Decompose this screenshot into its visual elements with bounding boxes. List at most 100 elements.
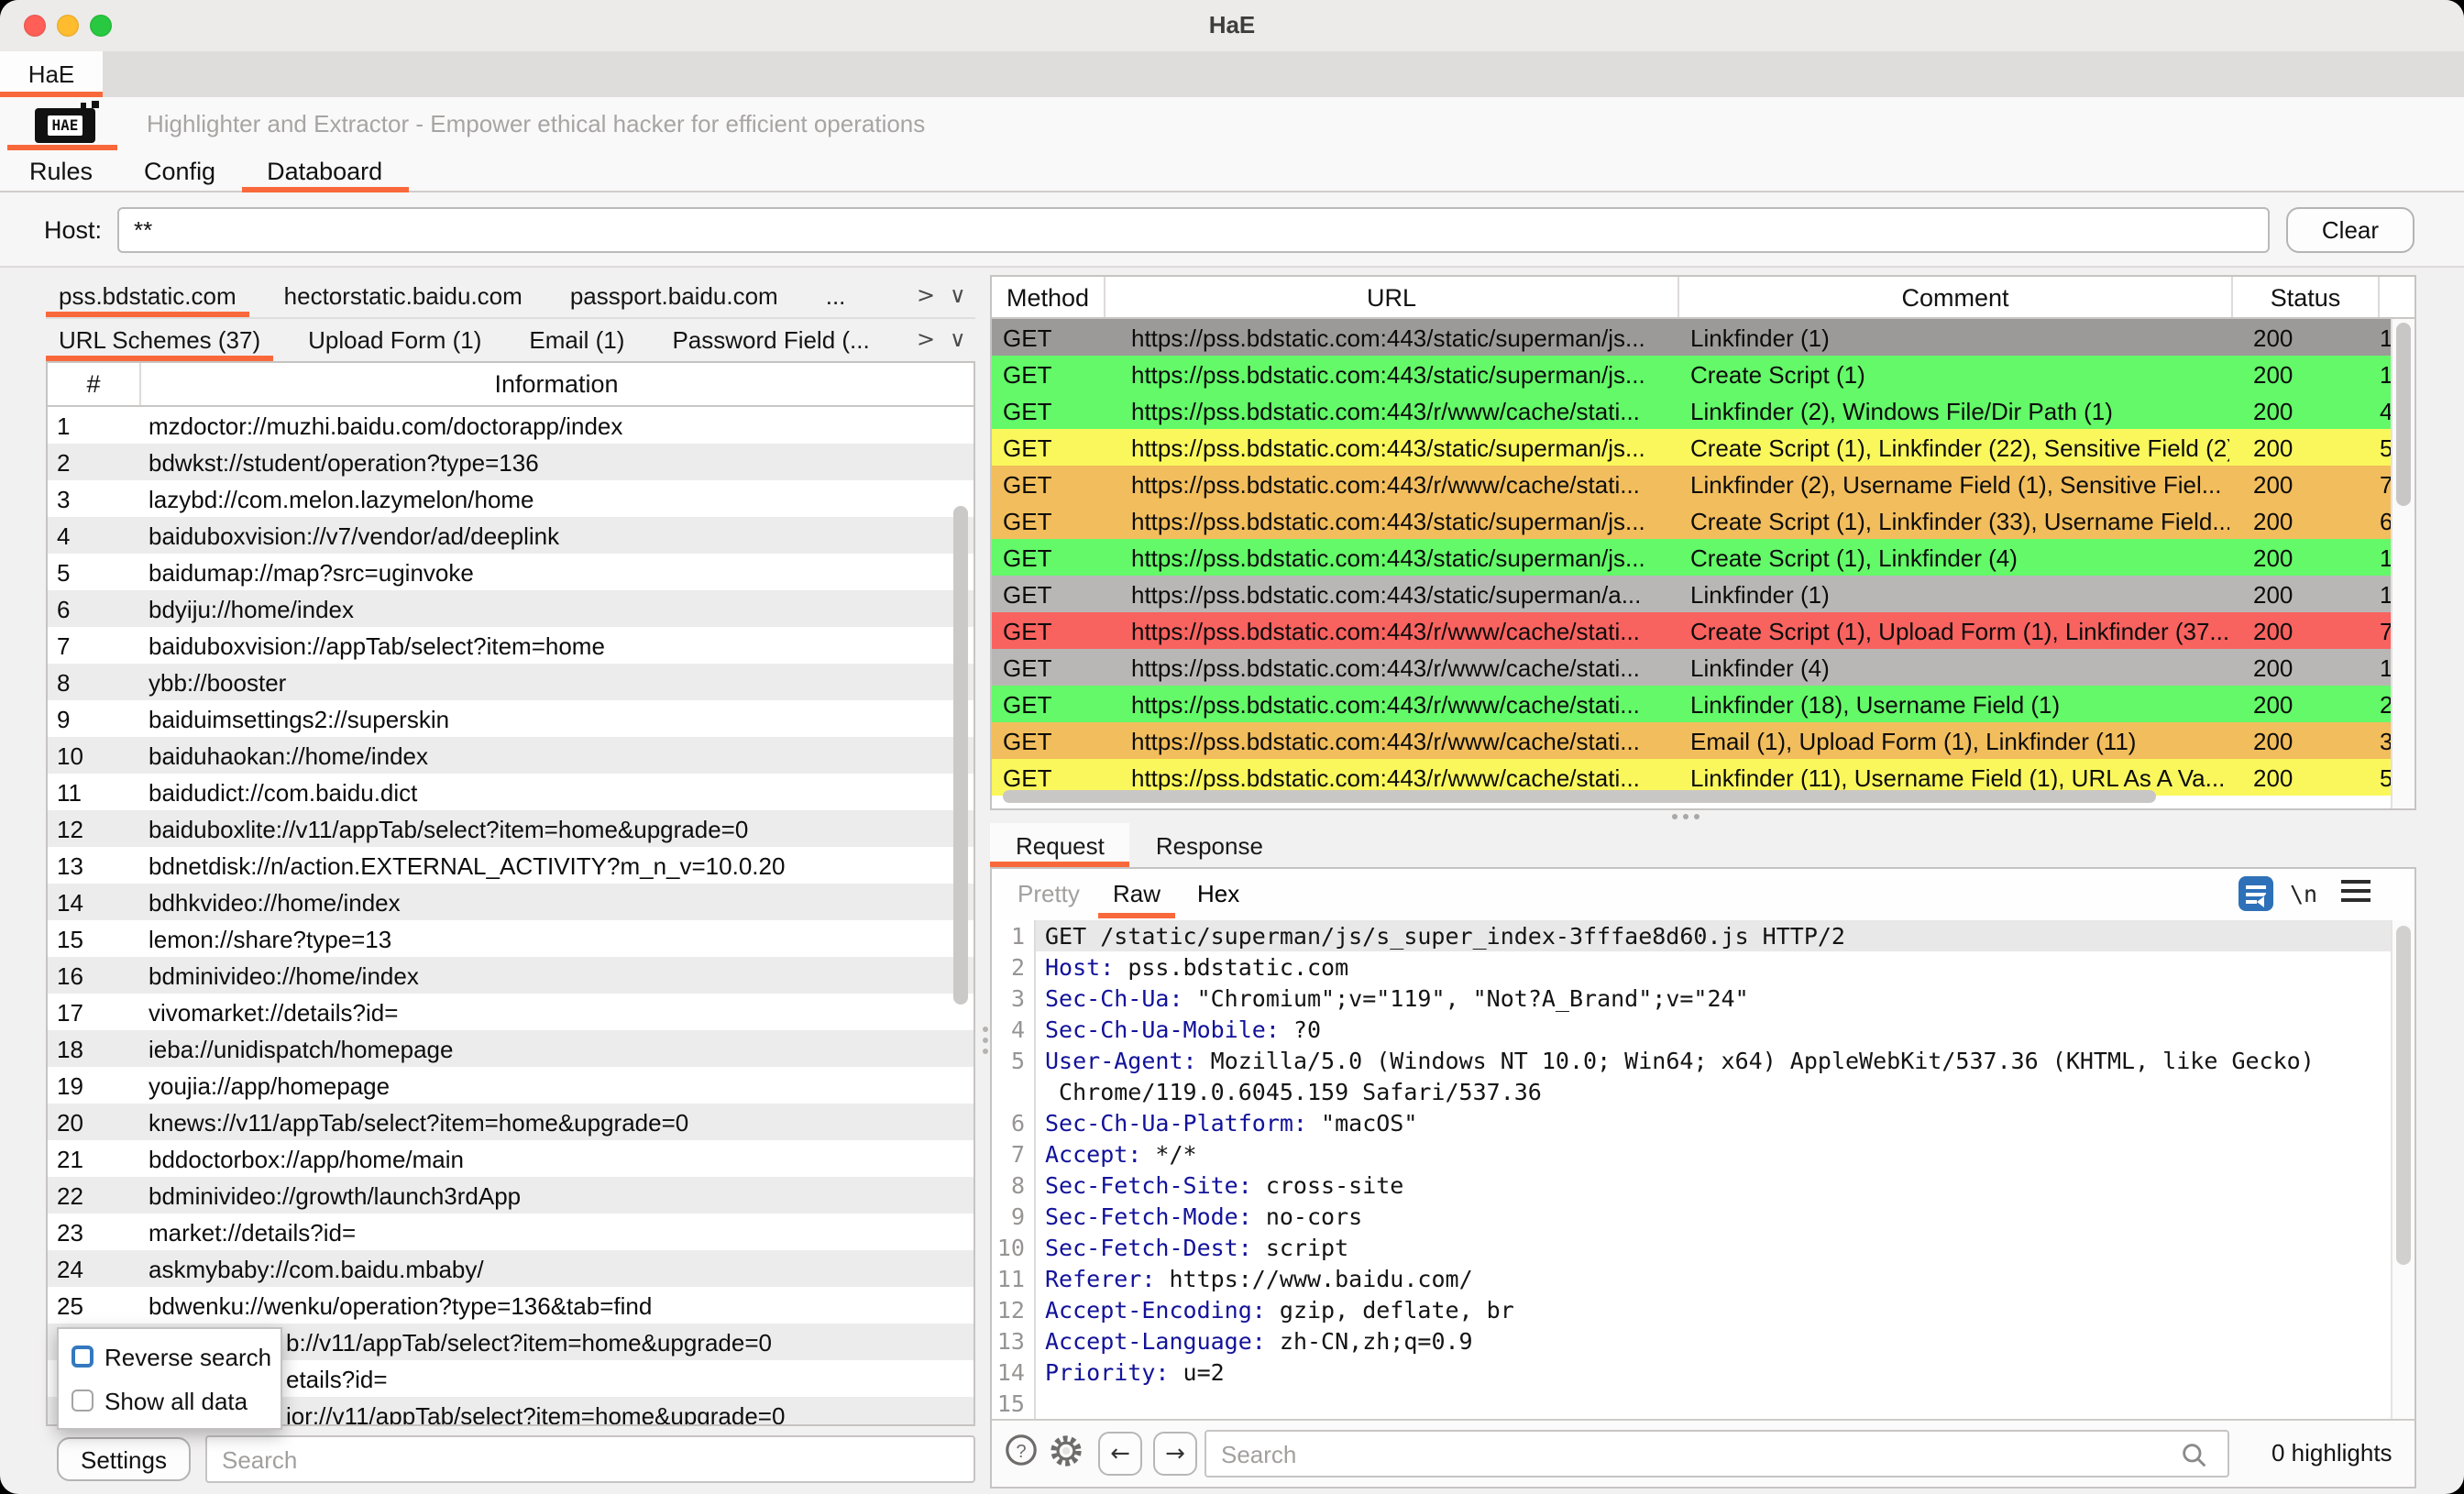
result-row[interactable]: GEThttps://pss.bdstatic.com:443/static/s… xyxy=(992,429,2392,466)
result-row[interactable]: GEThttps://pss.bdstatic.com:443/r/www/ca… xyxy=(992,612,2392,649)
result-row[interactable]: GEThttps://pss.bdstatic.com:443/static/s… xyxy=(992,319,2392,356)
mode-hex[interactable]: Hex xyxy=(1182,869,1254,918)
table-row[interactable]: 6bdyiju://home/index xyxy=(48,590,974,627)
table-row[interactable]: 8ybb://booster xyxy=(48,664,974,700)
horizontal-splitter-handle[interactable] xyxy=(1665,810,1705,821)
column-header-comment[interactable]: Comment xyxy=(1679,277,2233,317)
show-newlines-icon[interactable]: \n xyxy=(2290,880,2317,907)
nav-tab-rules[interactable]: Rules xyxy=(4,150,118,191)
reverse-search-option[interactable]: Reverse search xyxy=(72,1342,271,1371)
table-row[interactable]: 16bdminivideo://home/index xyxy=(48,957,974,994)
information-table-scrollbar[interactable] xyxy=(953,506,968,1005)
field-tabs-dropdown-icon[interactable]: ∨ xyxy=(950,326,966,352)
show-all-data-option[interactable]: Show all data xyxy=(72,1386,248,1415)
table-row[interactable]: 15lemon://share?type=13 xyxy=(48,920,974,957)
table-row[interactable]: 22bdminivideo://growth/launch3rdApp xyxy=(48,1177,974,1214)
mode-pretty[interactable]: Pretty xyxy=(1003,869,1094,918)
table-row[interactable]: 5baidumap://map?src=uginvoke xyxy=(48,554,974,590)
main-tab-strip: HaE Settings xyxy=(0,51,2464,99)
table-row[interactable]: 17vivomarket://details?id= xyxy=(48,994,974,1030)
tab-response[interactable]: Response xyxy=(1130,823,1289,867)
result-row[interactable]: GEThttps://pss.bdstatic.com:443/r/www/ca… xyxy=(992,466,2392,502)
search-settings-gear-icon[interactable] xyxy=(1049,1434,1084,1468)
column-header-num[interactable]: # xyxy=(48,363,141,405)
host-tab-0[interactable]: pss.bdstatic.com xyxy=(46,275,249,317)
header-name: Sec-Fetch-Mode: xyxy=(1045,1203,1252,1230)
result-row[interactable]: GEThttps://pss.bdstatic.com:443/r/www/ca… xyxy=(992,649,2392,686)
next-match-button[interactable]: → xyxy=(1153,1432,1197,1476)
table-row[interactable]: 4baiduboxvision://v7/vendor/ad/deeplink xyxy=(48,517,974,554)
previous-match-button[interactable]: ← xyxy=(1098,1432,1142,1476)
table-row[interactable]: 19youjia://app/homepage xyxy=(48,1067,974,1104)
request-editor[interactable]: 1GET /static/superman/js/s_super_index-3… xyxy=(992,920,2392,1423)
request-line: 5User-Agent: Mozilla/5.0 (Windows NT 10.… xyxy=(992,1045,2392,1076)
result-row[interactable]: GEThttps://pss.bdstatic.com:443/r/www/ca… xyxy=(992,686,2392,722)
tab-request[interactable]: Request xyxy=(990,823,1130,867)
reverse-search-checkbox[interactable] xyxy=(72,1346,94,1368)
host-tab-1[interactable]: hectorstatic.baidu.com xyxy=(271,275,535,317)
mode-raw[interactable]: Raw xyxy=(1098,869,1175,918)
table-row[interactable]: 10baiduhaokan://home/index xyxy=(48,737,974,774)
host-tabs-dropdown-icon[interactable]: ∨ xyxy=(950,282,966,308)
field-tab-1[interactable]: Upload Form (1) xyxy=(295,319,494,361)
host-label: Host: xyxy=(44,216,102,244)
table-row[interactable]: 20knews://v11/appTab/select?item=home&up… xyxy=(48,1104,974,1140)
table-row[interactable]: 24askmybaby://com.baidu.mbaby/ xyxy=(48,1250,974,1287)
result-row[interactable]: GEThttps://pss.bdstatic.com:443/r/www/ca… xyxy=(992,722,2392,759)
left-settings-button[interactable]: Settings xyxy=(57,1437,191,1481)
results-vscroll-thumb[interactable] xyxy=(2396,323,2411,506)
cell-status: 200 xyxy=(2253,763,2293,791)
table-row[interactable]: 18ieba://unidispatch/homepage xyxy=(48,1030,974,1067)
help-icon[interactable]: ? xyxy=(1005,1434,1038,1467)
header-name: Sec-Ch-Ua-Mobile: xyxy=(1045,1016,1280,1043)
result-row[interactable]: GEThttps://pss.bdstatic.com:443/static/s… xyxy=(992,502,2392,539)
field-tab-3[interactable]: Password Field (... xyxy=(659,319,882,361)
viewer-menu-icon[interactable] xyxy=(2341,878,2370,904)
row-number: 23 xyxy=(48,1218,139,1246)
vertical-splitter-handle[interactable] xyxy=(979,1019,990,1060)
field-tab-0[interactable]: URL Schemes (37) xyxy=(46,319,273,361)
host-tab-2[interactable]: passport.baidu.com xyxy=(557,275,791,317)
result-row[interactable]: GEThttps://pss.bdstatic.com:443/static/s… xyxy=(992,356,2392,392)
field-tabs-scroll-right-icon[interactable]: > xyxy=(917,326,935,352)
result-row[interactable]: GEThttps://pss.bdstatic.com:443/static/s… xyxy=(992,539,2392,576)
table-row[interactable]: 7baiduboxvision://appTab/select?item=hom… xyxy=(48,627,974,664)
line-number: 9 xyxy=(992,1201,1036,1232)
column-header-status[interactable]: Status xyxy=(2233,277,2380,317)
left-search-input[interactable] xyxy=(205,1435,975,1483)
row-number: 12 xyxy=(48,815,139,842)
table-row[interactable]: 25bdwenku://wenku/operation?type=136&tab… xyxy=(48,1287,974,1324)
table-row[interactable]: 9baiduimsettings2://superskin xyxy=(48,700,974,737)
column-header-information[interactable]: Information xyxy=(139,363,974,405)
host-tab-3[interactable]: ... xyxy=(813,275,859,317)
table-row[interactable]: 12baiduboxlite://v11/appTab/select?item=… xyxy=(48,810,974,847)
viewer-search-input[interactable] xyxy=(1204,1430,2229,1478)
host-tabs-scroll-right-icon[interactable]: > xyxy=(917,282,935,308)
column-header-method[interactable]: Method xyxy=(992,277,1106,317)
nav-tab-databoard[interactable]: Databoard xyxy=(241,150,408,191)
result-row[interactable]: GEThttps://pss.bdstatic.com:443/r/www/ca… xyxy=(992,392,2392,429)
result-row[interactable]: GEThttps://pss.bdstatic.com:443/static/s… xyxy=(992,576,2392,612)
table-row[interactable]: 13bdnetdisk://n/action.EXTERNAL_ACTIVITY… xyxy=(48,847,974,884)
table-row[interactable]: 1mzdoctor://muzhi.baidu.com/doctorapp/in… xyxy=(48,407,974,444)
tab-hae[interactable]: HaE xyxy=(0,51,103,97)
table-row[interactable]: 21bddoctorbox://app/home/main xyxy=(48,1140,974,1177)
field-tab-2[interactable]: Email (1) xyxy=(516,319,637,361)
row-information: baiduimsettings2://superskin xyxy=(139,705,449,732)
results-hscroll-thumb[interactable] xyxy=(1003,790,2156,803)
word-wrap-toggle-icon[interactable] xyxy=(2238,876,2273,911)
table-row[interactable]: 3lazybd://com.melon.lazymelon/home xyxy=(48,480,974,517)
row-information: youjia://app/homepage xyxy=(139,1071,390,1099)
editor-vscroll-thumb[interactable] xyxy=(2396,926,2411,1265)
nav-tab-config[interactable]: Config xyxy=(118,150,241,191)
table-options-popup: Reverse search Show all data xyxy=(57,1327,282,1430)
table-row[interactable]: 2bdwkst://student/operation?type=136 xyxy=(48,444,974,480)
column-header-url[interactable]: URL xyxy=(1106,277,1679,317)
cell-status: 200 xyxy=(2253,360,2293,388)
table-row[interactable]: 14bdhkvideo://home/index xyxy=(48,884,974,920)
table-row[interactable]: 23market://details?id= xyxy=(48,1214,974,1250)
host-input[interactable] xyxy=(117,207,2270,253)
clear-button[interactable]: Clear xyxy=(2286,207,2414,253)
table-row[interactable]: 11baidudict://com.baidu.dict xyxy=(48,774,974,810)
show-all-data-checkbox[interactable] xyxy=(72,1390,94,1412)
